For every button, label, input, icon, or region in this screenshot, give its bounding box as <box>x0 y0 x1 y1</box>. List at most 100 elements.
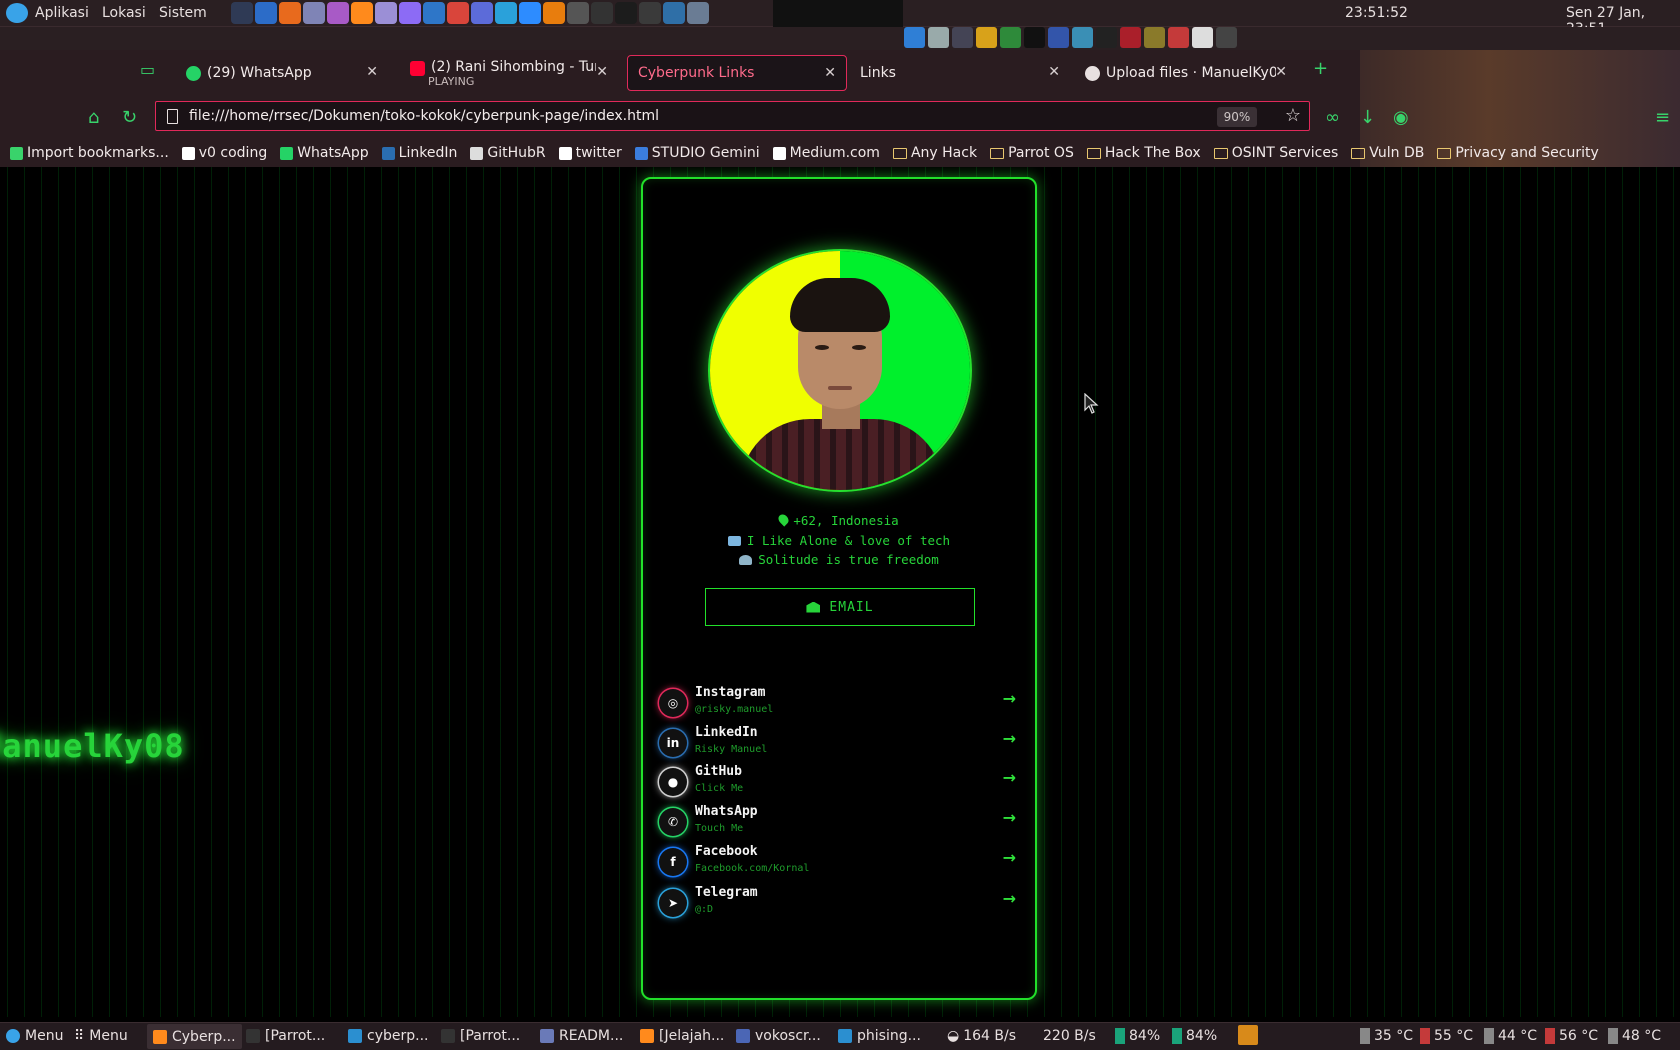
burp-icon[interactable] <box>279 2 301 24</box>
bookmark-linkedin[interactable]: LinkedIn <box>381 145 457 161</box>
app-icon[interactable] <box>447 2 469 24</box>
taskbar-window[interactable]: Cyberp... <box>147 1024 242 1049</box>
start-menu-2[interactable]: ⠿ Menu <box>74 1028 128 1044</box>
address-bar[interactable]: file:///home/rrsec/Dokumen/toko-kokok/cy… <box>155 101 1310 131</box>
link-instagram[interactable]: ◎ Instagram @risky.manuel → <box>657 685 1022 723</box>
tab-github-upload[interactable]: Upload files · ManuelKy08 ✕ <box>1075 55 1297 91</box>
close-icon[interactable]: ✕ <box>824 65 836 81</box>
menu-aplikasi[interactable]: Aplikasi <box>35 5 89 21</box>
taskbar-window[interactable]: phising... <box>838 1028 921 1044</box>
download-icon[interactable]: ↓ <box>1360 107 1375 128</box>
taskbar-window[interactable]: [Jelajah... <box>640 1028 724 1044</box>
instagram-icon: ◎ <box>659 689 687 717</box>
discord-icon[interactable] <box>471 2 493 24</box>
app-icon[interactable] <box>327 2 349 24</box>
bookmark-vuln-db[interactable]: Vuln DB <box>1351 145 1424 161</box>
temperature-readout: 56 °C <box>1545 1028 1598 1044</box>
start-menu-1[interactable]: Menu <box>6 1028 63 1044</box>
tray-icon[interactable] <box>928 27 949 48</box>
bookmark-import-bookmarks[interactable]: Import bookmarks... <box>10 145 169 161</box>
link-linkedin[interactable]: in LinkedIn Risky Manuel → <box>657 725 1022 763</box>
link-whatsapp[interactable]: ✆ WhatsApp Touch Me → <box>657 804 1022 842</box>
close-icon[interactable]: ✕ <box>366 64 378 80</box>
close-icon[interactable]: ✕ <box>1275 64 1287 80</box>
search-icon[interactable] <box>1216 27 1237 48</box>
bookmark-githubr[interactable]: GitHubR <box>470 145 546 161</box>
link-facebook[interactable]: f Facebook Facebook.com/Kornal → <box>657 844 1022 882</box>
tray-icon[interactable] <box>1096 27 1117 48</box>
bookmark-hack-the-box[interactable]: Hack The Box <box>1086 145 1201 161</box>
app-icon[interactable] <box>687 2 709 24</box>
tray-icon[interactable] <box>1000 27 1021 48</box>
tray-icon[interactable] <box>1144 27 1165 48</box>
link-telegram[interactable]: ➤ Telegram @:D → <box>657 885 1022 923</box>
taskbar-window[interactable]: cyberp... <box>348 1028 428 1044</box>
blender-icon[interactable] <box>543 2 565 24</box>
terminal-icon[interactable] <box>615 2 637 24</box>
bookmark-studio-gemini[interactable]: STUDIO Gemini <box>634 145 760 161</box>
taskbar-window[interactable]: [Parrot... <box>441 1028 520 1044</box>
tray-icon[interactable] <box>1120 27 1141 48</box>
app-icon[interactable] <box>399 2 421 24</box>
tab-whatsapp[interactable]: (29) WhatsApp ✕ <box>176 55 388 91</box>
tray-icon[interactable] <box>1072 27 1093 48</box>
tray-icon[interactable] <box>1168 27 1189 48</box>
tab-links[interactable]: Links ✕ <box>850 55 1070 91</box>
tab-cyberpunk-links[interactable]: Cyberpunk Links ✕ <box>627 55 847 91</box>
menu-icon[interactable]: ≡ <box>1655 107 1670 128</box>
bookmark-twitter[interactable]: twitter <box>558 145 622 161</box>
page-icon <box>167 109 178 124</box>
vscode-icon[interactable] <box>255 2 277 24</box>
taskbar-window[interactable]: vokoscr... <box>736 1028 821 1044</box>
tray-icon[interactable] <box>976 27 997 48</box>
app-icon[interactable] <box>423 2 445 24</box>
bookmark-any-hack[interactable]: Any Hack <box>892 145 977 161</box>
firefox-icon[interactable] <box>351 2 373 24</box>
tab-youtube[interactable]: (2) Rani Sihombing - Tung PLAYING ✕ <box>400 55 618 91</box>
close-icon[interactable]: ✕ <box>1048 64 1060 80</box>
terminal-icon[interactable] <box>639 2 661 24</box>
monitor-icon[interactable] <box>663 2 685 24</box>
cpu-graph <box>773 0 903 27</box>
new-tab-icon[interactable]: + <box>1313 58 1328 79</box>
reload-icon[interactable]: ↻ <box>122 107 137 128</box>
bookmark-privacy-and-security[interactable]: Privacy and Security <box>1437 145 1599 161</box>
clock[interactable]: 23:51:52 <box>1345 5 1408 21</box>
taskbar-window[interactable]: READM... <box>540 1028 623 1044</box>
app-icon[interactable] <box>591 2 613 24</box>
tray-icon[interactable] <box>1024 27 1045 48</box>
menu-sistem[interactable]: Sistem <box>159 5 207 21</box>
tab-label: (2) Rani Sihombing - Tung <box>431 59 596 75</box>
tray-icon[interactable] <box>1048 27 1069 48</box>
tray-icon[interactable] <box>1192 27 1213 48</box>
bookmark-star-icon[interactable]: ☆ <box>1285 105 1301 126</box>
bookmark-whatsapp[interactable]: WhatsApp <box>280 145 369 161</box>
home-icon[interactable]: ⌂ <box>88 107 99 128</box>
bookmark-osint-services[interactable]: OSINT Services <box>1213 145 1338 161</box>
zoom-icon[interactable] <box>519 2 541 24</box>
bookmark-favicon-icon <box>558 146 572 160</box>
bookmark-v0-coding[interactable]: v0 coding <box>181 145 267 161</box>
bookmark-parrot-os[interactable]: Parrot OS <box>990 145 1074 161</box>
taskbar-window[interactable]: [Parrot... <box>246 1028 325 1044</box>
app-icon[interactable] <box>303 2 325 24</box>
menu-lokasi[interactable]: Lokasi <box>102 5 146 21</box>
tray-icon[interactable] <box>904 27 925 48</box>
close-icon[interactable]: ✕ <box>596 64 608 80</box>
zoom-level[interactable]: 90% <box>1217 107 1257 127</box>
whatsapp-icon <box>186 65 201 81</box>
bookmark-medium-com[interactable]: Medium.com <box>772 145 880 161</box>
tab-overview-icon[interactable]: ▭ <box>140 60 155 79</box>
extension-icon[interactable]: ∞ <box>1325 107 1340 128</box>
firefox-tray-icon[interactable] <box>1238 1025 1258 1045</box>
tray-icon[interactable] <box>952 27 973 48</box>
parrot-logo-icon[interactable] <box>6 3 28 23</box>
url-text[interactable]: file:///home/rrsec/Dokumen/toko-kokok/cy… <box>189 108 659 124</box>
app-icon[interactable] <box>375 2 397 24</box>
app-icon[interactable] <box>567 2 589 24</box>
app-launcher-icon[interactable] <box>231 2 253 24</box>
account-icon[interactable]: ◉ <box>1393 107 1409 128</box>
telegram-icon[interactable] <box>495 2 517 24</box>
email-button[interactable]: EMAIL <box>705 588 975 626</box>
link-github[interactable]: ● GitHub Click Me → <box>657 764 1022 802</box>
